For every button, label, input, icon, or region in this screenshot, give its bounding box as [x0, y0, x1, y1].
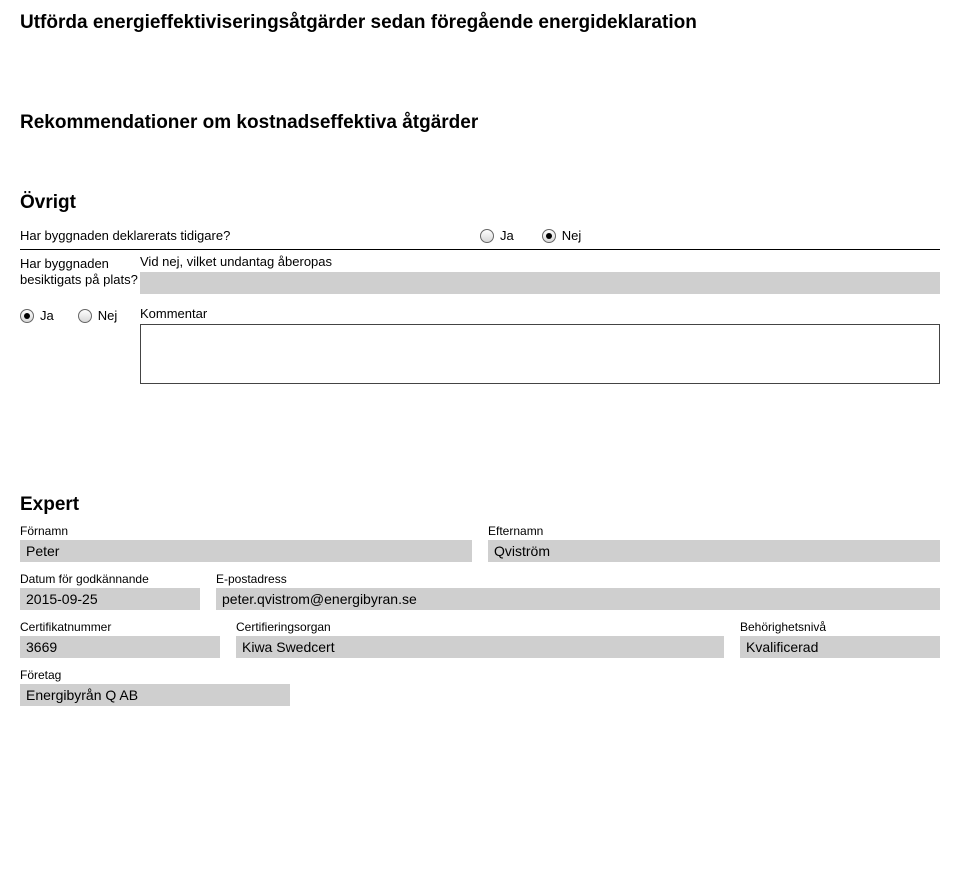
organ-field: Certifieringsorgan Kiwa Swedcert [236, 620, 724, 658]
fornamn-value: Peter [20, 540, 472, 562]
kommentar-label: Kommentar [140, 306, 940, 321]
organ-label: Certifieringsorgan [236, 620, 724, 634]
radio-label: Ja [500, 228, 514, 243]
certnr-field: Certifikatnummer 3669 [20, 620, 220, 658]
efternamn-label: Efternamn [488, 524, 940, 538]
undantag-label: Vid nej, vilket undantag åberopas [140, 254, 940, 269]
foretag-label: Företag [20, 668, 290, 682]
radio-label: Nej [98, 308, 118, 323]
fornamn-field: Förnamn Peter [20, 524, 472, 562]
efternamn-value: Qviström [488, 540, 940, 562]
undantag-field[interactable] [140, 272, 940, 294]
tidigare-question: Har byggnaden deklarerats tidigare? [20, 228, 480, 243]
datum-field: Datum för godkännande 2015-09-25 [20, 572, 200, 610]
organ-value: Kiwa Swedcert [236, 636, 724, 658]
datum-label: Datum för godkännande [20, 572, 200, 586]
utforda-title: Utförda energieffektiviseringsåtgärder s… [20, 12, 940, 34]
radio-icon [78, 309, 92, 323]
foretag-value: Energibyrån Q AB [20, 684, 290, 706]
epost-field: E-postadress peter.qvistrom@energibyran.… [216, 572, 940, 610]
ovrigt-title: Övrigt [20, 192, 940, 214]
certnr-label: Certifikatnummer [20, 620, 220, 634]
datum-value: 2015-09-25 [20, 588, 200, 610]
radio-icon [480, 229, 494, 243]
tidigare-row: Har byggnaden deklarerats tidigare? Ja N… [20, 222, 940, 250]
niva-value: Kvalificerad [740, 636, 940, 658]
certnr-value: 3669 [20, 636, 220, 658]
besiktigats-nej-radio[interactable]: Nej [78, 308, 118, 323]
fornamn-label: Förnamn [20, 524, 472, 538]
expert-title: Expert [20, 494, 940, 516]
niva-label: Behörighetsnivå [740, 620, 940, 634]
radio-icon [542, 229, 556, 243]
epost-label: E-postadress [216, 572, 940, 586]
radio-icon [20, 309, 34, 323]
rekom-title: Rekommendationer om kostnadseffektiva åt… [20, 112, 940, 134]
niva-field: Behörighetsnivå Kvalificerad [740, 620, 940, 658]
epost-value: peter.qvistrom@energibyran.se [216, 588, 940, 610]
besiktigats-ja-radio[interactable]: Ja [20, 308, 54, 323]
kommentar-field[interactable] [140, 324, 940, 384]
besiktigats-label: Har byggnaden besiktigats på plats? [20, 254, 140, 289]
radio-label: Ja [40, 308, 54, 323]
tidigare-ja-radio[interactable]: Ja [480, 228, 514, 243]
radio-label: Nej [562, 228, 582, 243]
efternamn-field: Efternamn Qviström [488, 524, 940, 562]
foretag-field: Företag Energibyrån Q AB [20, 668, 290, 706]
tidigare-nej-radio[interactable]: Nej [542, 228, 582, 243]
